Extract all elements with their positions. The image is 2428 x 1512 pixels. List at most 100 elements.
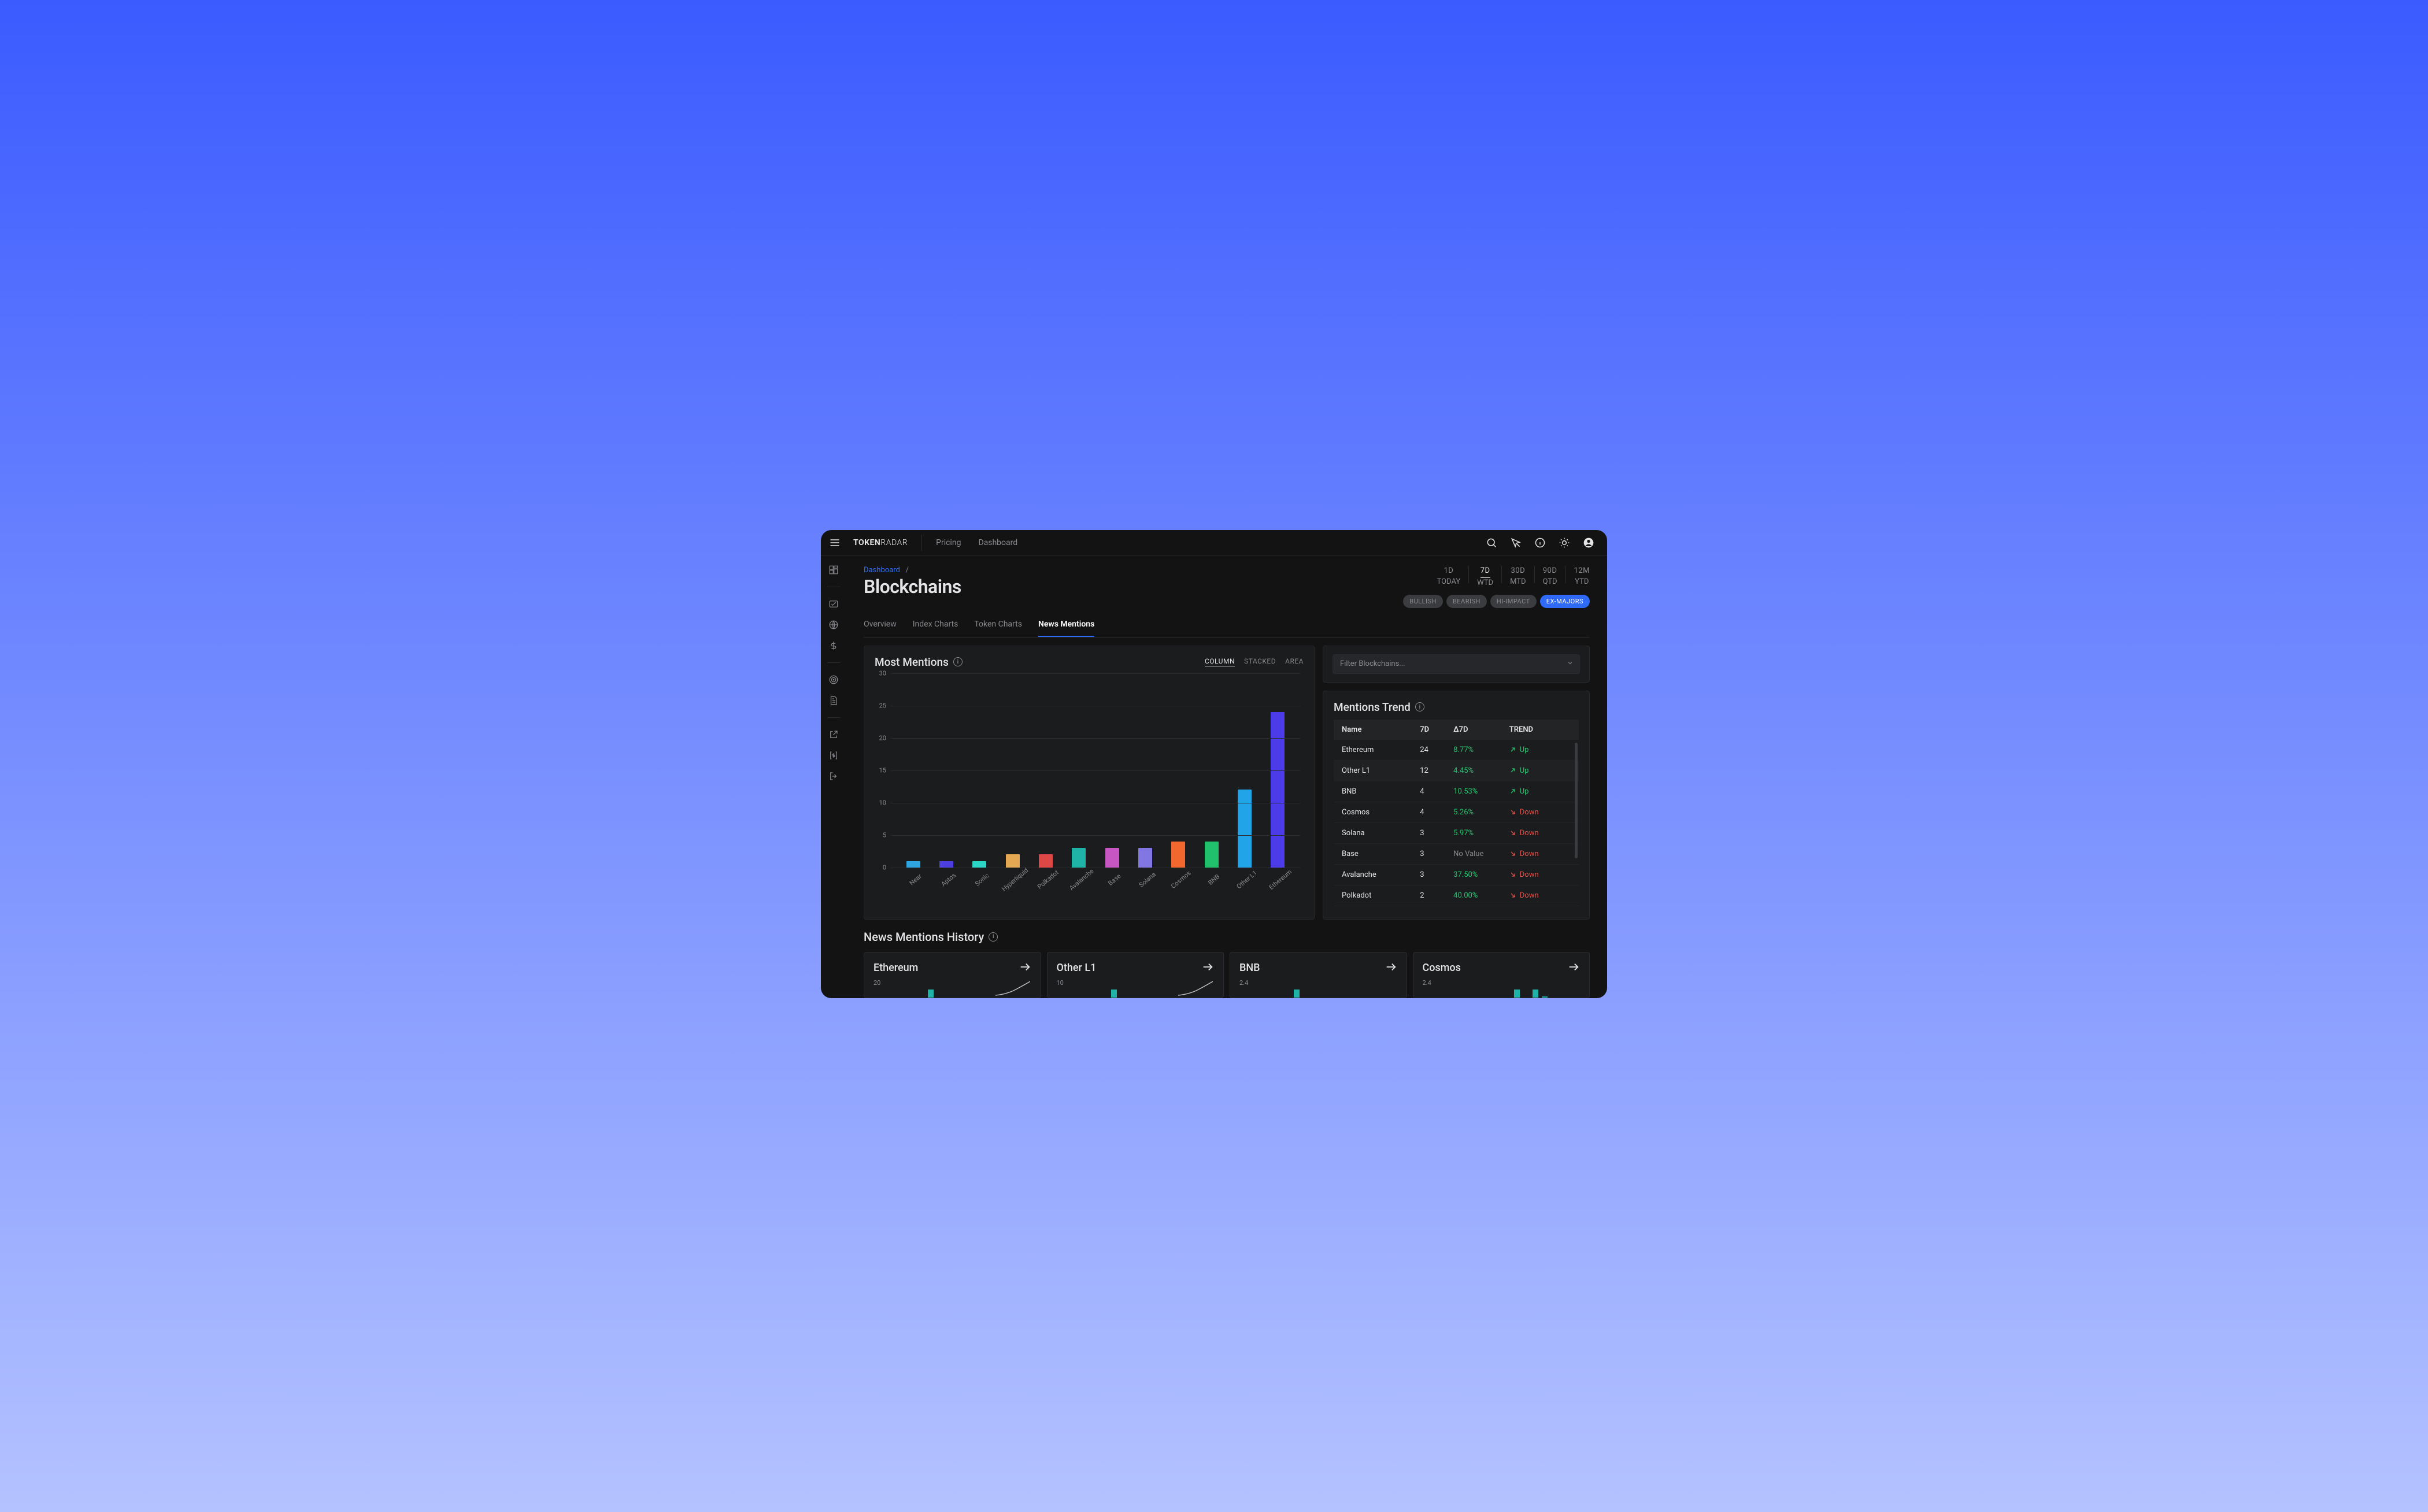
rail-dashboard-icon[interactable] [828, 565, 839, 575]
rail-card-icon[interactable] [828, 599, 839, 609]
table-row[interactable]: Cosmos45.26%Down [1334, 802, 1579, 823]
chart-mode-area[interactable]: AREA [1285, 657, 1304, 666]
table-row[interactable]: Solana35.97%Down [1334, 823, 1579, 844]
topbar: TOKENRADAR Pricing Dashboard [821, 530, 1607, 555]
info-icon[interactable]: i [953, 657, 963, 666]
filter-panel: Filter Blockchains... [1323, 646, 1590, 683]
period-90d[interactable]: 90DQTD [1543, 566, 1557, 589]
nav-pricing[interactable]: Pricing [936, 538, 961, 547]
info-icon[interactable]: i [989, 932, 998, 942]
rail-dollar-icon[interactable] [828, 640, 839, 651]
bar-solana[interactable] [1138, 848, 1152, 868]
y-tick: 20 [879, 734, 886, 742]
arrow-right-icon[interactable] [1385, 961, 1397, 976]
cell-7d: 2 [1420, 891, 1453, 900]
search-icon[interactable] [1486, 537, 1497, 549]
chip-ex-majors[interactable]: EX-MAJORS [1540, 595, 1590, 608]
table-row[interactable]: Base3No ValueDown [1334, 844, 1579, 865]
rail-doc-icon[interactable] [828, 695, 839, 706]
rail-bracket-dollar-icon[interactable] [828, 750, 839, 761]
trend-table: Name 7D Δ7D TREND Ethereum248.77%UpOther… [1334, 720, 1579, 910]
breadcrumb-sep: / [906, 566, 909, 575]
cell-delta: 5.97% [1453, 829, 1509, 837]
history-y-tick: 2.4 [1239, 979, 1397, 987]
chart-mode-stacked[interactable]: STACKED [1244, 657, 1276, 666]
cell-name: Cosmos [1342, 808, 1420, 817]
cell-trend: Up [1509, 766, 1571, 775]
chip-hi-impact[interactable]: HI-IMPACT [1490, 595, 1537, 608]
cell-trend: Down [1509, 808, 1571, 817]
tab-index-charts[interactable]: Index Charts [913, 614, 958, 637]
nav-dashboard[interactable]: Dashboard [978, 538, 1017, 547]
x-label: Ethereum [1265, 866, 1308, 909]
period-1d[interactable]: 1DTODAY [1437, 566, 1461, 589]
sparkline-line [1178, 980, 1213, 996]
cell-name: Avalanche [1342, 870, 1420, 879]
arrow-right-icon[interactable] [1019, 961, 1031, 976]
chip-bullish[interactable]: BULLISH [1403, 595, 1443, 608]
tab-overview[interactable]: Overview [864, 614, 897, 637]
rail-external-icon[interactable] [828, 729, 839, 740]
cell-trend: Up [1509, 787, 1571, 796]
table-row[interactable]: Polkadot240.00%Down [1334, 885, 1579, 906]
tab-token-charts[interactable]: Token Charts [974, 614, 1022, 637]
table-row[interactable]: Other L1124.45%Up [1334, 761, 1579, 781]
cell-7d: 4 [1420, 787, 1453, 796]
period-7d[interactable]: 7DWTD [1477, 566, 1493, 589]
scrollbar-thumb[interactable] [1575, 743, 1578, 858]
history-card-bnb[interactable]: BNB 2.4 [1230, 952, 1407, 998]
arrow-right-icon[interactable] [1201, 961, 1214, 976]
cell-delta: 37.50% [1453, 870, 1509, 879]
table-row[interactable]: Ethereum248.77%Up [1334, 740, 1579, 761]
bar-cosmos[interactable] [1171, 842, 1185, 868]
rail-logout-icon[interactable] [828, 771, 839, 781]
table-row[interactable]: Avalanche337.50%Down [1334, 865, 1579, 885]
history-card-cosmos[interactable]: Cosmos2.4 [1413, 952, 1590, 998]
cell-name: Polkadot [1342, 891, 1420, 900]
col-name[interactable]: Name [1342, 725, 1420, 734]
side-rail [821, 555, 846, 998]
divider [827, 662, 840, 663]
menu-icon[interactable] [829, 537, 841, 549]
cell-trend: Up [1509, 746, 1571, 754]
col-7d[interactable]: 7D [1420, 725, 1453, 734]
history-card-other-l1[interactable]: Other L110 [1047, 952, 1224, 998]
bar-bnb[interactable] [1205, 842, 1219, 868]
arrow-right-icon[interactable] [1567, 961, 1580, 976]
history-card-title: BNB [1239, 962, 1260, 974]
bar-polkadot[interactable] [1039, 854, 1053, 867]
col-delta7d[interactable]: Δ7D [1453, 725, 1509, 734]
bar-hyperliquid[interactable] [1006, 854, 1020, 867]
period-30d[interactable]: 30DMTD [1510, 566, 1526, 589]
bar-base[interactable] [1105, 848, 1119, 868]
most-mentions-panel: Most Mentions i COLUMN STACKED AREA 0510… [864, 646, 1315, 920]
rail-globe-icon[interactable] [828, 620, 839, 630]
tab-news-mentions[interactable]: News Mentions [1038, 614, 1094, 637]
col-trend[interactable]: TREND [1509, 725, 1571, 734]
info-icon[interactable]: i [1415, 702, 1424, 711]
bar-ethereum[interactable] [1271, 712, 1285, 868]
bar-near[interactable] [906, 861, 920, 868]
cell-delta: 10.53% [1453, 787, 1509, 796]
bar-other-l1[interactable] [1238, 790, 1252, 867]
cursor-click-icon[interactable] [1510, 537, 1522, 549]
period-12m[interactable]: 12MYTD [1574, 566, 1590, 589]
bar-avalanche[interactable] [1072, 848, 1086, 868]
chip-bearish[interactable]: BEARISH [1446, 595, 1487, 608]
account-icon[interactable] [1583, 537, 1594, 549]
cell-7d: 3 [1420, 870, 1453, 879]
rail-target-icon[interactable] [828, 675, 839, 685]
theme-icon[interactable] [1559, 537, 1570, 549]
table-row[interactable]: BNB410.53%Up [1334, 781, 1579, 802]
filter-blockchains-select[interactable]: Filter Blockchains... [1333, 654, 1580, 674]
chart-mode-column[interactable]: COLUMN [1205, 657, 1235, 666]
bar-sonic[interactable] [972, 861, 986, 868]
y-tick: 25 [879, 702, 886, 709]
history-card-title: Cosmos [1423, 962, 1461, 974]
history-cards: Ethereum20Other L110 BNB 2.4 Cosmos2.4 [864, 952, 1590, 998]
breadcrumb-root[interactable]: Dashboard [864, 566, 900, 575]
header-controls: 1DTODAY 7DWTD 30DMTD 90DQTD 12MYTD BULLISHBE… [1403, 566, 1590, 608]
bar-aptos[interactable] [939, 861, 953, 868]
info-icon[interactable] [1534, 537, 1546, 549]
history-card-ethereum[interactable]: Ethereum20 [864, 952, 1041, 998]
